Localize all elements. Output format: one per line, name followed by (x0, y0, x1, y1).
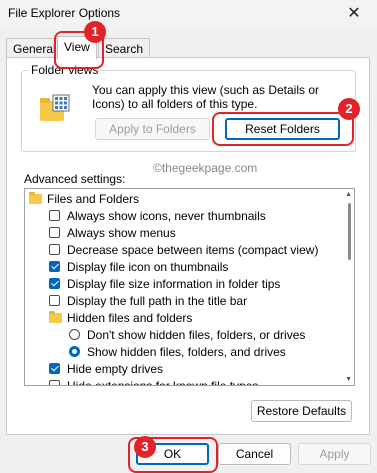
callout-3: 3 (134, 436, 156, 458)
scroll-down-icon[interactable]: ▼ (345, 376, 352, 383)
tree-item-label: Show hidden files, folders, and drives (87, 345, 286, 359)
scrollbar[interactable]: ▲ ▼ (342, 189, 354, 385)
folder-icon (29, 192, 42, 204)
advanced-settings-label: Advanced settings: (24, 172, 126, 186)
callout-2: 2 (338, 98, 360, 120)
tree-item-label: Display the full path in the title bar (67, 294, 248, 308)
highlight-reset-folders (212, 112, 354, 146)
checkbox[interactable] (49, 380, 60, 385)
apply-to-folders-button[interactable]: Apply to Folders (95, 118, 210, 140)
watermark: ©thegeekpage.com (153, 161, 258, 175)
checkbox[interactable] (49, 295, 60, 306)
folder-views-description: You can apply this view (such as Details… (92, 83, 320, 111)
folder-icon (49, 311, 62, 323)
tree-item-label: Hide extensions for known file types (67, 379, 259, 386)
restore-defaults-button[interactable]: Restore Defaults (251, 400, 352, 422)
scroll-up-icon[interactable]: ▲ (345, 191, 352, 198)
tree-item-label: Don't show hidden files, folders, or dri… (87, 328, 306, 342)
radio-button-selected[interactable] (69, 346, 80, 357)
checkbox-checked[interactable] (49, 363, 60, 374)
tree-item-label: Display file icon on thumbnails (67, 260, 229, 274)
apply-button[interactable]: Apply (298, 443, 371, 465)
tree-item-label: Files and Folders (47, 192, 140, 206)
cancel-button[interactable]: Cancel (218, 443, 291, 465)
checkbox[interactable] (49, 210, 60, 221)
checkbox[interactable] (49, 227, 60, 238)
scrollbar-thumb[interactable] (348, 203, 351, 260)
checkbox[interactable] (49, 244, 60, 255)
callout-1: 1 (84, 21, 106, 43)
advanced-settings-tree[interactable]: Files and Folders Always show icons, nev… (24, 188, 355, 386)
window-title: File Explorer Options (8, 6, 121, 20)
tree-item-label: Hide empty drives (67, 362, 164, 376)
title-bar: File Explorer Options ✕ (0, 0, 377, 30)
tab-search[interactable]: Search (98, 38, 151, 59)
tree-item-label: Always show icons, never thumbnails (67, 209, 266, 223)
tree-item-label: Decrease space between items (compact vi… (67, 243, 319, 257)
folder-views-icon (40, 94, 70, 121)
checkbox-checked[interactable] (49, 261, 60, 272)
radio-button[interactable] (69, 329, 80, 340)
tree-item-label: Display file size information in folder … (67, 277, 281, 291)
close-icon[interactable]: ✕ (339, 2, 369, 26)
tree-item-label: Hidden files and folders (67, 311, 193, 325)
tree-item-label: Always show menus (67, 226, 176, 240)
checkbox-checked[interactable] (49, 278, 60, 289)
